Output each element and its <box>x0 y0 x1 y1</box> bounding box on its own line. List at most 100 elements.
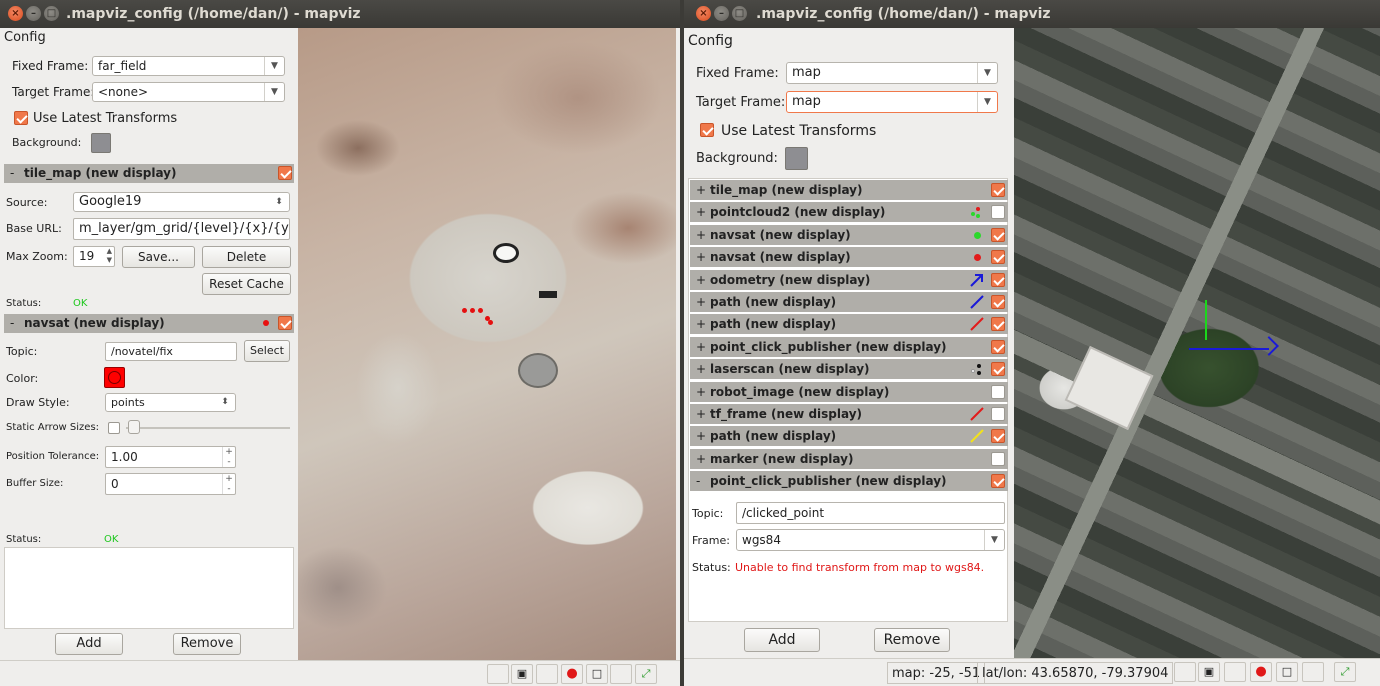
remove-button[interactable]: Remove <box>874 628 950 652</box>
spin-plus-minus-icon[interactable]: + - <box>222 474 235 494</box>
display-enabled-checkbox[interactable] <box>991 407 1005 421</box>
add-button[interactable]: Add <box>744 628 820 652</box>
background-color-swatch[interactable] <box>785 147 808 170</box>
blank-icon[interactable] <box>1302 662 1324 682</box>
static-arrow-sizes-checkbox[interactable] <box>108 422 120 434</box>
display-enabled-checkbox[interactable] <box>991 451 1005 466</box>
display-enabled-checkbox[interactable] <box>991 474 1005 489</box>
display-enabled-checkbox[interactable] <box>991 227 1005 242</box>
display-row[interactable]: + odometry (new display) <box>690 269 1008 290</box>
spin-arrows-icon[interactable]: ▲ ▼ <box>107 247 112 265</box>
display-enabled-checkbox[interactable] <box>991 250 1005 265</box>
record-icon[interactable]: ● <box>561 664 583 684</box>
expand-icon[interactable]: + <box>696 202 706 222</box>
minimize-icon[interactable]: – <box>26 6 41 21</box>
expand-icon[interactable]: + <box>696 292 706 312</box>
expand-icon[interactable]: + <box>696 359 706 379</box>
expand-icon[interactable]: + <box>696 382 706 402</box>
expand-icon[interactable]: + <box>696 337 706 357</box>
reset-cache-button[interactable]: Reset Cache <box>202 273 291 295</box>
remove-button[interactable]: Remove <box>173 633 241 655</box>
expand-icon[interactable]: + <box>696 270 706 290</box>
display-enabled-checkbox[interactable] <box>991 362 1005 377</box>
display-enabled-checkbox[interactable] <box>991 272 1005 287</box>
collapse-icon[interactable]: - <box>696 471 700 491</box>
frame-combo[interactable]: wgs84 ▼ <box>736 529 1005 551</box>
display-row[interactable]: - point_click_publisher (new display) <box>690 471 1008 492</box>
display-enabled-checkbox[interactable] <box>991 317 1005 332</box>
collapse-icon[interactable]: - <box>10 164 14 183</box>
blank-icon[interactable] <box>536 664 558 684</box>
expand-icon[interactable]: + <box>696 314 706 334</box>
display-row[interactable]: + robot_image (new display) <box>690 381 1008 402</box>
blank-icon[interactable] <box>1224 662 1246 682</box>
map-view-desert[interactable] <box>298 28 676 660</box>
close-icon[interactable]: × <box>696 6 711 21</box>
expand-icon[interactable]: + <box>696 404 706 424</box>
blank-icon[interactable] <box>610 664 632 684</box>
target-frame-combo[interactable]: map ▼ <box>786 91 998 113</box>
fixed-frame-combo[interactable]: map ▼ <box>786 62 998 84</box>
navsat-header[interactable]: - navsat (new display) <box>4 314 294 333</box>
maximize-icon[interactable]: □ <box>44 6 59 21</box>
display-row[interactable]: + tf_frame (new display) <box>690 404 1008 424</box>
minimize-icon[interactable]: – <box>714 6 729 21</box>
display-row[interactable]: + path (new display) <box>690 292 1008 312</box>
position-tolerance-spinbox[interactable]: 1.00 + - <box>105 446 236 468</box>
navsat-color-swatch[interactable] <box>104 367 125 388</box>
add-button[interactable]: Add <box>55 633 123 655</box>
record-icon[interactable]: ● <box>1250 662 1272 682</box>
collapse-icon[interactable]: - <box>10 314 14 333</box>
expand-icon[interactable]: + <box>696 426 706 446</box>
display-row[interactable]: + laserscan (new display) <box>690 359 1008 380</box>
tile-map-enabled-checkbox[interactable] <box>278 166 292 180</box>
screenshot-icon[interactable]: ▣ <box>511 664 533 684</box>
buffer-size-spinbox[interactable]: 0 + - <box>105 473 236 495</box>
topic-input[interactable]: /clicked_point <box>736 502 1005 524</box>
map-view-city[interactable] <box>1014 28 1380 658</box>
tile-map-header[interactable]: - tile_map (new display) <box>4 164 294 183</box>
display-row[interactable]: + navsat (new display) <box>690 247 1008 268</box>
display-row[interactable]: + path (new display) <box>690 314 1008 335</box>
background-color-swatch[interactable] <box>91 133 111 153</box>
base-url-input[interactable]: m_layer/gm_grid/{level}/{x}/{y}.png <box>73 218 290 240</box>
delete-button[interactable]: Delete <box>202 246 291 268</box>
display-enabled-checkbox[interactable] <box>991 295 1005 309</box>
display-enabled-checkbox[interactable] <box>991 339 1005 354</box>
close-icon[interactable]: × <box>8 6 23 21</box>
screenshot-icon[interactable]: ▣ <box>1198 662 1220 682</box>
source-combo[interactable]: Google19 ⬍ <box>73 192 290 212</box>
use-latest-transforms-checkbox[interactable] <box>700 123 714 137</box>
fullscreen-icon[interactable]: ⤢ <box>1334 662 1356 682</box>
fullscreen-icon[interactable]: ⤢ <box>635 664 657 684</box>
display-row[interactable]: + marker (new display) <box>690 448 1008 469</box>
blank-icon[interactable] <box>1174 662 1196 682</box>
spin-plus-minus-icon[interactable]: + - <box>222 447 235 467</box>
display-row[interactable]: + path (new display) <box>690 426 1008 447</box>
expand-icon[interactable]: + <box>696 225 706 245</box>
display-row[interactable]: + pointcloud2 (new display) <box>690 202 1008 223</box>
display-row[interactable]: + point_click_publisher (new display) <box>690 336 1008 357</box>
draw-style-combo[interactable]: points ⬍ <box>105 393 236 412</box>
arrow-size-slider-track[interactable] <box>126 427 290 429</box>
select-button[interactable]: Select <box>244 340 290 362</box>
expand-icon[interactable]: + <box>696 247 706 267</box>
fixed-frame-combo[interactable]: far_field ▼ <box>92 56 285 76</box>
stop-icon[interactable]: □ <box>586 664 608 684</box>
expand-icon[interactable]: + <box>696 180 706 200</box>
target-frame-combo[interactable]: <none> ▼ <box>92 82 285 102</box>
display-enabled-checkbox[interactable] <box>991 205 1005 220</box>
arrow-size-slider-handle[interactable] <box>128 420 140 434</box>
display-enabled-checkbox[interactable] <box>991 183 1005 197</box>
max-zoom-spinbox[interactable]: 19 ▲ ▼ <box>73 246 115 267</box>
expand-icon[interactable]: + <box>696 449 706 469</box>
display-enabled-checkbox[interactable] <box>991 429 1005 444</box>
stop-icon[interactable]: □ <box>1276 662 1298 682</box>
maximize-icon[interactable]: □ <box>732 6 747 21</box>
blank-icon[interactable] <box>487 664 509 684</box>
display-row[interactable]: + tile_map (new display) <box>690 180 1008 200</box>
save-button[interactable]: Save... <box>122 246 195 268</box>
topic-input[interactable]: /novatel/fix <box>105 342 237 361</box>
display-row[interactable]: + navsat (new display) <box>690 224 1008 245</box>
use-latest-transforms-checkbox[interactable] <box>14 111 28 125</box>
